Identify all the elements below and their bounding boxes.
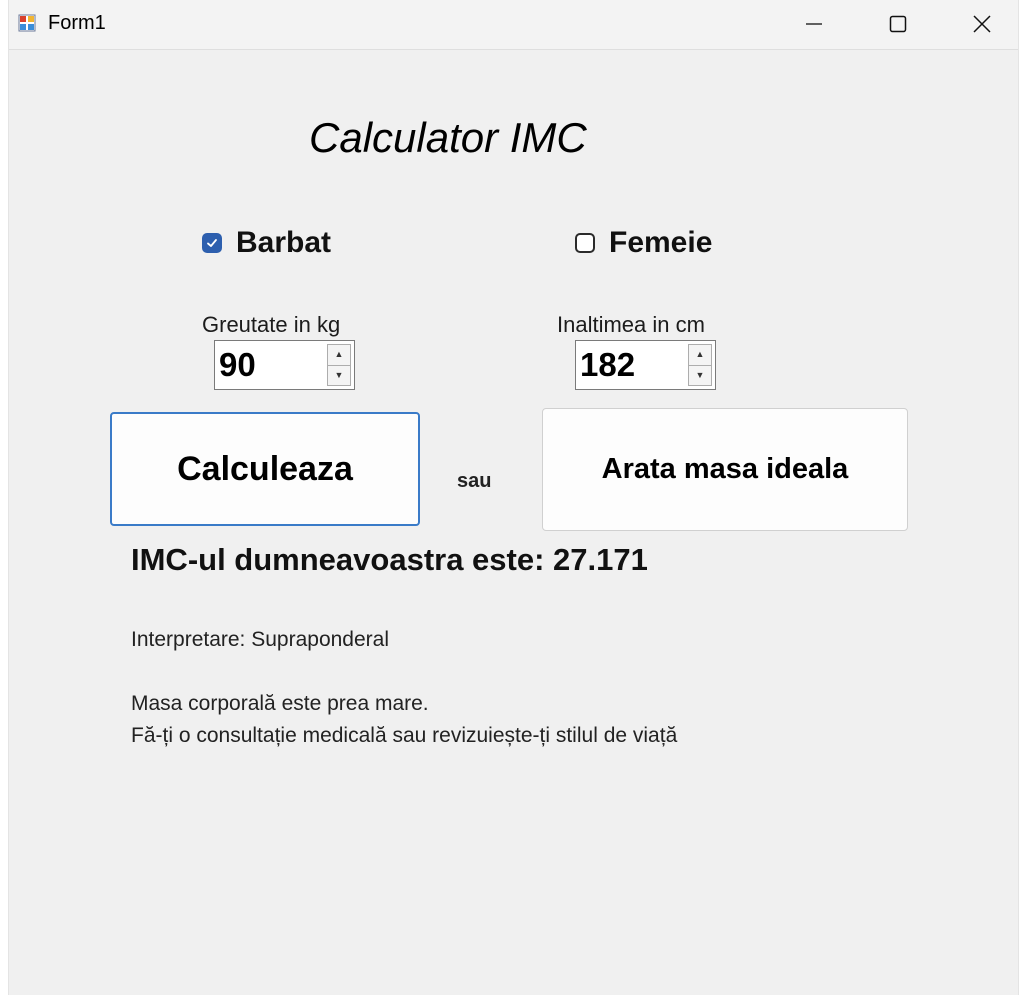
calculate-button[interactable]: Calculeaza [110,412,420,526]
male-checkbox-label[interactable]: Barbat [236,226,331,260]
height-stepper[interactable]: 182 ▲ ▼ [575,340,716,390]
height-value[interactable]: 182 [580,346,635,384]
form-client-area: Calculator IMC Barbat Femeie Greutate in… [9,50,1018,995]
down-arrow-icon: ▼ [695,369,705,380]
height-stepper-buttons: ▲ ▼ [688,344,712,386]
height-up-button[interactable]: ▲ [688,344,712,366]
page-title: Calculator IMC [309,114,587,161]
weight-stepper-buttons: ▲ ▼ [327,344,351,386]
minimize-button[interactable] [772,0,856,48]
down-arrow-icon: ▼ [334,369,344,380]
interpretation-text: Interpretare: Supraponderal [131,628,389,651]
height-down-button[interactable]: ▼ [688,365,712,386]
advice-line-1: Masa corporală este prea mare. [131,692,429,715]
form-app-icon [18,14,36,32]
weight-stepper[interactable]: 90 ▲ ▼ [214,340,355,390]
window-title: Form1 [48,12,106,34]
close-button[interactable] [940,0,1024,48]
minimize-icon [805,15,823,33]
female-checkbox-label[interactable]: Femeie [609,226,712,260]
weight-label: Greutate in kg [202,312,341,337]
weight-down-button[interactable]: ▼ [327,365,351,386]
advice-line-2: Fă-ți o consultație medicală sau revizui… [131,724,678,747]
close-icon [973,15,991,33]
checkbox-checked-icon[interactable] [202,233,222,253]
bmi-result-text: IMC-ul dumneavoastra este: 27.171 [131,542,648,577]
male-checkbox[interactable]: Barbat [202,226,331,260]
weight-value[interactable]: 90 [219,346,256,384]
separator-label: sau [457,470,492,492]
form-window: Form1 Calculator IMC Barbat Femeie Greut… [8,0,1019,995]
title-bar[interactable]: Form1 [9,0,1018,50]
checkbox-unchecked-icon[interactable] [575,233,595,253]
female-checkbox[interactable]: Femeie [575,226,712,260]
up-arrow-icon: ▲ [334,349,344,360]
up-arrow-icon: ▲ [695,349,705,360]
weight-up-button[interactable]: ▲ [327,344,351,366]
maximize-icon [889,15,907,33]
ideal-mass-button[interactable]: Arata masa ideala [542,408,908,531]
height-label: Inaltimea in cm [557,312,705,337]
advice-text: Masa corporală este prea mare. Fă-ți o c… [131,688,677,752]
maximize-button[interactable] [856,0,940,48]
